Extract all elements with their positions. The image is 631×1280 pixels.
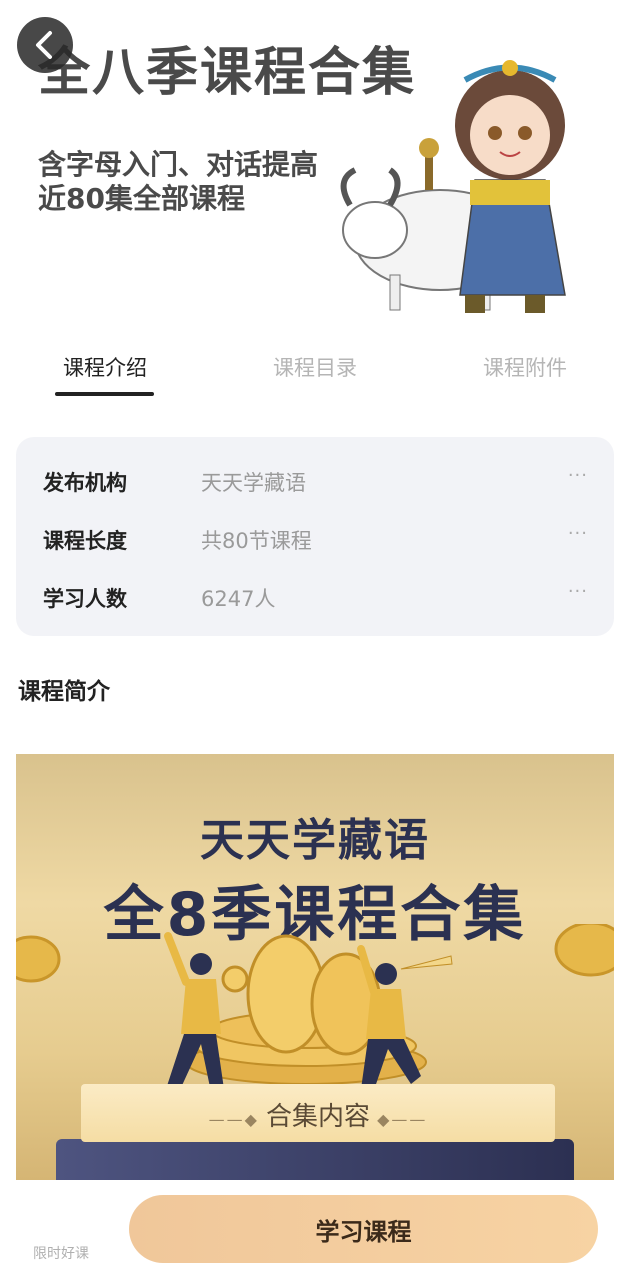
active-tab-indicator	[55, 392, 154, 396]
info-value: 共80节课程	[201, 529, 312, 553]
info-label: 学习人数	[43, 587, 127, 611]
more-icon[interactable]: ···	[568, 465, 588, 486]
hero-subtitle-line1: 含字母入门、对话提高	[38, 148, 319, 181]
study-course-button[interactable]: 学习课程	[129, 1195, 598, 1263]
info-value: 天天学藏语	[201, 471, 306, 495]
poster-title: 天天学藏语	[200, 815, 430, 866]
info-value: 6247人	[201, 587, 276, 611]
poster-content-label: ——◆ 合集内容 ◆——	[208, 1102, 428, 1132]
chevron-left-icon	[36, 31, 52, 59]
study-course-label: 学习课程	[315, 1217, 412, 1246]
course-poster: 天天学藏语 全8季课程合集 ——◆ 合集内容 ◆——	[16, 754, 614, 1180]
limited-offer-tag: 限时好课	[33, 1246, 89, 1262]
hero-banner: 全八季课程合集 含字母入门、对话提高 近80集全部课程	[0, 0, 631, 330]
hero-subtitle: 含字母入门、对话提高 近80集全部课程	[38, 148, 318, 216]
bottom-action-bar: 限时好课 学习课程	[0, 1180, 631, 1280]
info-row-learners: 学习人数 6247人 ···	[16, 577, 614, 617]
hero-illustration	[340, 60, 566, 313]
tab-course-intro[interactable]: 课程介绍	[63, 352, 147, 382]
info-row-publisher: 发布机构 天天学藏语 ···	[16, 461, 614, 501]
tab-course-catalog[interactable]: 课程目录	[273, 352, 357, 382]
tab-bar: 课程介绍 课程目录 课程附件	[0, 340, 631, 400]
more-icon[interactable]: ···	[568, 581, 588, 602]
section-title-intro: 课程简介	[18, 679, 110, 705]
info-label: 课程长度	[43, 529, 127, 553]
poster-box-label-text: 合集内容	[265, 1102, 370, 1132]
info-row-length: 课程长度 共80节课程 ···	[16, 519, 614, 559]
back-button[interactable]	[17, 17, 73, 73]
course-info-card: 发布机构 天天学藏语 ··· 课程长度 共80节课程 ··· 学习人数 6247…	[16, 437, 614, 636]
tab-course-attachments[interactable]: 课程附件	[483, 352, 567, 382]
poster-content-panel	[56, 1139, 574, 1180]
info-label: 发布机构	[43, 471, 127, 495]
more-icon[interactable]: ···	[568, 523, 588, 544]
hero-subtitle-line2: 近80集全部课程	[38, 182, 245, 215]
poster-content-label-box: ——◆ 合集内容 ◆——	[81, 1084, 555, 1142]
